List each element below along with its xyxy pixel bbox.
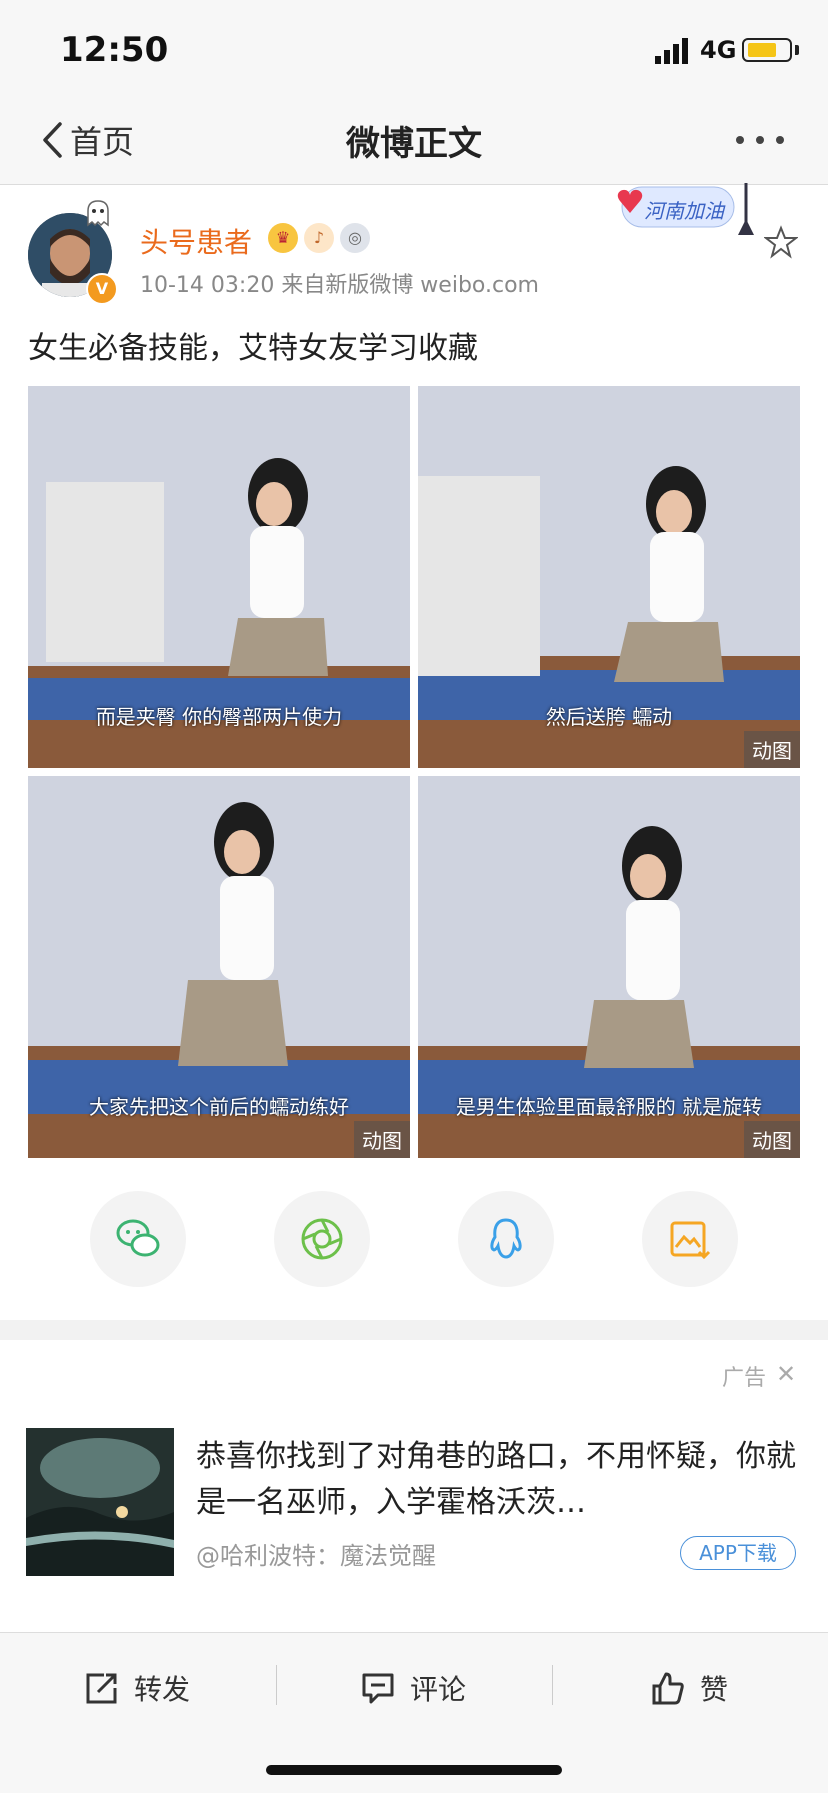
save-image-icon bbox=[670, 1221, 711, 1260]
gif-tag: 动图 bbox=[354, 1121, 410, 1158]
comment-icon bbox=[362, 1673, 394, 1704]
ad-text: 恭喜你找到了对角巷的路口，不用怀疑，你就是一名巫师，入学霍格沃茨… bbox=[196, 1439, 796, 1520]
verified-badge: V bbox=[86, 273, 118, 305]
ad-image[interactable] bbox=[26, 1428, 174, 1576]
like-button[interactable]: 赞 bbox=[650, 1663, 728, 1713]
wechat-icon bbox=[116, 1219, 160, 1257]
share-qq-button[interactable] bbox=[458, 1191, 554, 1287]
like-label: 赞 bbox=[700, 1673, 729, 1706]
medal-badge-icon[interactable]: ◎ bbox=[340, 223, 370, 253]
post-card: V 头号患者 ♛ ♪ ◎ 10-14 03:20 来自新版微博 weibo.co… bbox=[0, 183, 828, 1320]
repost-label: 转发 bbox=[134, 1673, 191, 1706]
share-moments-button[interactable] bbox=[274, 1191, 370, 1287]
more-icon[interactable] bbox=[730, 120, 790, 160]
gif-tag: 动图 bbox=[744, 1121, 800, 1158]
ad-card[interactable]: 广告 ✕ 恭喜你找到了对角巷的路口，不用怀疑，你就是一名巫师，入学霍格沃茨… @… bbox=[0, 1340, 828, 1632]
gif-tag: 动图 bbox=[744, 731, 800, 768]
status-bar: 12:50 4G bbox=[0, 0, 828, 96]
battery-level bbox=[748, 43, 776, 57]
post-image-1[interactable]: 而是夹臀 你的臀部两片使力 bbox=[28, 386, 410, 768]
status-time: 12:50 bbox=[60, 30, 169, 70]
divider bbox=[552, 1665, 553, 1705]
ad-label: 广告 bbox=[722, 1366, 767, 1391]
thumbs-up-icon bbox=[652, 1672, 684, 1705]
signal-icon bbox=[655, 38, 688, 64]
image-caption: 然后送胯 蠕动 bbox=[545, 705, 673, 729]
app-download-button[interactable]: APP下载 bbox=[680, 1536, 796, 1570]
image-caption: 是男生体验里面最舒服的 就是旋转 bbox=[455, 1095, 763, 1119]
image-caption: 而是夹臀 你的臀部两片使力 bbox=[95, 705, 343, 729]
henan-support-sticker[interactable]: 河南加油 bbox=[610, 179, 760, 243]
ad-close-icon[interactable]: ✕ bbox=[776, 1360, 796, 1388]
moments-icon bbox=[301, 1218, 343, 1260]
share-wechat-button[interactable] bbox=[90, 1191, 186, 1287]
post-text: 女生必备技能，艾特女友学习收藏 bbox=[28, 331, 478, 366]
page-title: 微博正文 bbox=[346, 124, 482, 164]
post-image-2[interactable]: 然后送胯 蠕动 动图 bbox=[418, 386, 800, 768]
ad-source[interactable]: @哈利波特：魔法觉醒 bbox=[196, 1536, 436, 1571]
favorite-star-icon[interactable] bbox=[764, 225, 798, 259]
battery-icon bbox=[742, 38, 792, 62]
ad-scene bbox=[26, 1428, 174, 1576]
battery-tip bbox=[795, 45, 799, 55]
sticker-text: 河南加油 bbox=[644, 199, 724, 223]
network-type: 4G bbox=[700, 36, 737, 64]
nav-bar: 首页 微博正文 bbox=[0, 96, 828, 185]
repost-icon bbox=[86, 1673, 117, 1704]
user-badges: ♛ ♪ ◎ bbox=[268, 223, 370, 253]
post-meta: 10-14 03:20 来自新版微博 weibo.com bbox=[140, 273, 539, 298]
username[interactable]: 头号患者 bbox=[140, 221, 252, 261]
save-image-button[interactable] bbox=[642, 1191, 738, 1287]
post-image-4[interactable]: 是男生体验里面最舒服的 就是旋转 动图 bbox=[418, 776, 800, 1158]
bottom-toolbar: 转发 评论 赞 bbox=[0, 1632, 828, 1793]
repost-button[interactable]: 转发 bbox=[84, 1663, 190, 1713]
guitar-badge-icon[interactable]: ♪ bbox=[304, 223, 334, 253]
comment-button[interactable]: 评论 bbox=[360, 1663, 466, 1713]
crown-badge-icon[interactable]: ♛ bbox=[268, 223, 298, 253]
qq-icon bbox=[490, 1218, 522, 1259]
comment-label: 评论 bbox=[410, 1673, 467, 1706]
home-indicator[interactable] bbox=[266, 1765, 562, 1775]
image-caption: 大家先把这个前后的蠕动练好 bbox=[89, 1095, 349, 1119]
post-image-3[interactable]: 大家先把这个前后的蠕动练好 动图 bbox=[28, 776, 410, 1158]
divider bbox=[276, 1665, 277, 1705]
ghost-icon bbox=[87, 200, 109, 227]
